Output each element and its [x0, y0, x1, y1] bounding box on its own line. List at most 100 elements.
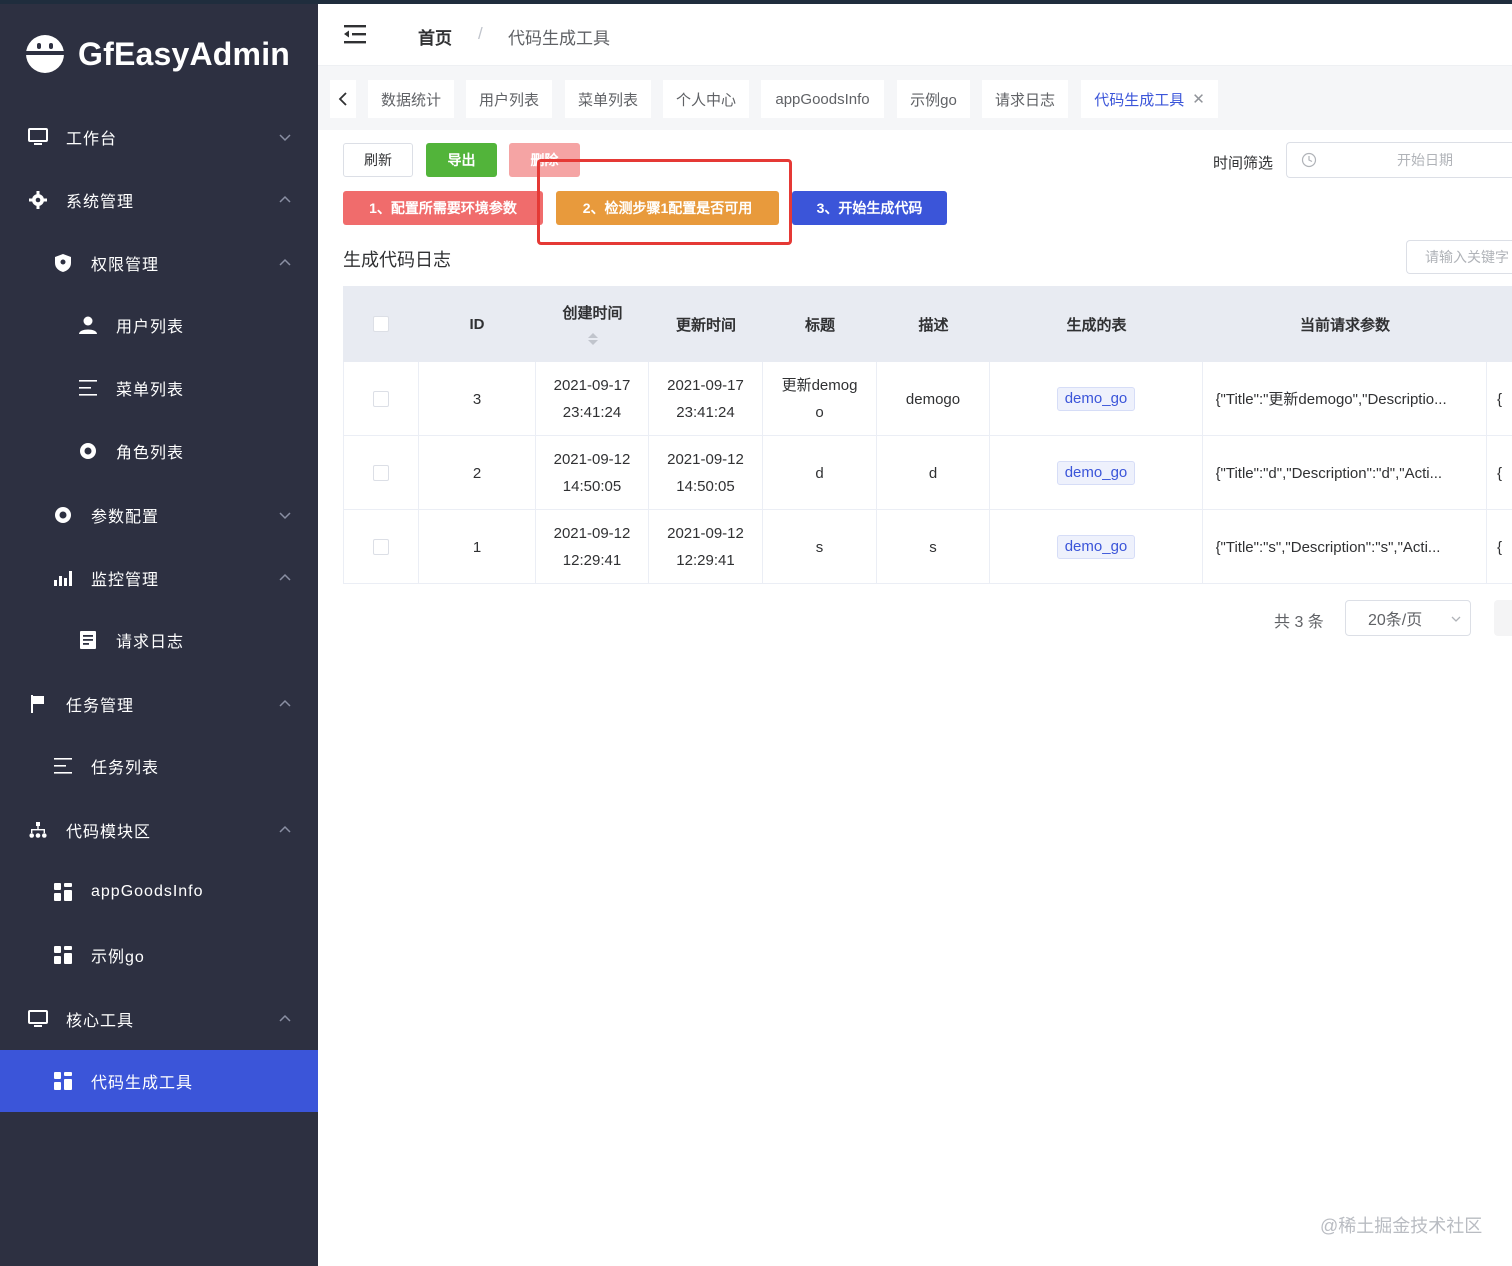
cell-desc: demogo [877, 362, 990, 436]
cell-params: {"Title":"d","Description":"d","Acti... [1203, 436, 1487, 510]
sidebar-item-monitor[interactable]: 监控管理 [0, 547, 318, 609]
tag-label: 个人中心 [675, 91, 736, 109]
sidebar-item-core-tools[interactable]: 核心工具 [0, 988, 318, 1050]
tag-example-go[interactable]: 示例go [897, 80, 970, 118]
list-icon [53, 756, 73, 776]
header-id: ID [469, 315, 485, 333]
sidebar-item-label: 代码模块区 [66, 824, 152, 841]
checkbox[interactable] [373, 539, 389, 555]
sidebar-item-app-goods[interactable]: appGoodsInfo [0, 861, 318, 923]
breadcrumb-home[interactable]: 首页 [418, 24, 452, 49]
tag-menu-list[interactable]: 菜单列表 [565, 80, 651, 118]
sidebar-item-workbench[interactable]: 工作台 [0, 106, 318, 168]
row-select[interactable] [343, 510, 419, 584]
tag-label: appGoodsInfo [775, 90, 870, 108]
sidebar-item-example-go[interactable]: 示例go [0, 924, 318, 986]
sidebar-item-request-log[interactable]: 请求日志 [0, 609, 318, 671]
sidebar-item-label: 代码生成工具 [91, 1075, 194, 1092]
header-table: 生成的表 [1066, 316, 1127, 334]
sidebar-item-label: 核心工具 [66, 1013, 135, 1030]
sort-icon[interactable] [587, 331, 599, 347]
search-input[interactable]: 请输入关键字 [1406, 240, 1512, 274]
tag-label: 代码生成工具 [1094, 91, 1185, 109]
cell-created-date: 2021-09-17 [553, 377, 631, 394]
sidebar-item-system[interactable]: 系统管理 [0, 169, 318, 231]
page-size-select[interactable]: 20条/页 [1345, 600, 1471, 636]
highlight-annotation [537, 159, 792, 245]
table-row: 2 2021-09-12 14:50:05 2021-09-12 14:50:05 … [343, 436, 1512, 510]
cell-updated-time: 12:29:41 [676, 552, 735, 569]
cell-created-time: 14:50:05 [562, 478, 622, 495]
header-desc: 描述 [918, 316, 949, 334]
step3-generate-button[interactable]: 3、开始生成代码 [792, 191, 947, 225]
breadcrumb-current: 代码生成工具 [508, 29, 610, 48]
header-created-label: 创建时间 [562, 304, 623, 322]
sidebar-item-user-list[interactable]: 用户列表 [0, 294, 318, 356]
tag-request-log[interactable]: 请求日志 [982, 80, 1068, 118]
tag-code-gen[interactable]: 代码生成工具 ✕ [1081, 80, 1218, 118]
params-text: {"Title":"更新demogo","Descriptio... [1215, 390, 1447, 408]
document-icon [78, 630, 98, 650]
chevron-left-icon [338, 92, 347, 106]
tag-label: 菜单列表 [577, 91, 638, 109]
cell-params: {"Title":"s","Description":"s","Acti... [1203, 510, 1487, 584]
pagination-prev-button[interactable] [1494, 600, 1512, 636]
sidebar-item-param-config[interactable]: 参数配置 [0, 484, 318, 546]
sidebar-item-task[interactable]: 任务管理 [0, 673, 318, 735]
tag-app-goods[interactable]: appGoodsInfo [761, 80, 884, 118]
row-select[interactable] [343, 436, 419, 510]
cell-table: demo_go [990, 362, 1203, 436]
sidebar-item-label: 示例go [91, 949, 145, 966]
export-button[interactable]: 导出 [426, 143, 497, 177]
cell-id: 1 [419, 510, 536, 584]
sidebar-item-code-module[interactable]: 代码模块区 [0, 799, 318, 861]
header-select-all[interactable] [343, 286, 418, 362]
tag-data-stats[interactable]: 数据统计 [368, 80, 454, 118]
header-title: 标题 [804, 316, 835, 334]
brand[interactable]: GfEasyAdmin [26, 32, 290, 76]
monitor-icon [28, 127, 48, 147]
tag-user-list[interactable]: 用户列表 [466, 80, 552, 118]
shield-icon [53, 253, 73, 273]
circle-dot-icon [53, 505, 73, 525]
gear-icon [28, 190, 48, 210]
monitor-icon [28, 1009, 48, 1029]
page-size-value: 20条/页 [1368, 612, 1423, 629]
user-icon [78, 315, 98, 335]
refresh-button[interactable]: 刷新 [343, 143, 413, 177]
tag-personal-center[interactable]: 个人中心 [663, 80, 749, 118]
sidebar-item-label: 角色列表 [116, 445, 185, 462]
checkbox[interactable] [373, 391, 389, 407]
table-tag: demo_go [1056, 535, 1136, 559]
sidebar-item-label: 请求日志 [116, 634, 185, 651]
sidebar-item-role-list[interactable]: 角色列表 [0, 420, 318, 482]
menu-fold-icon[interactable] [344, 24, 368, 44]
chevron-up-icon [279, 699, 291, 707]
checkbox[interactable] [373, 465, 389, 481]
cell-updated-date: 2021-09-12 [667, 451, 744, 468]
cell-updated-date: 2021-09-12 [667, 525, 744, 542]
main-area: 首页 / 代码生成工具 数据统计 用户列表 菜单列表 个人中心 appGoods… [318, 4, 1512, 1266]
tag-label: 数据统计 [380, 91, 441, 109]
watermark: @稀土掘金技术社区 [1320, 1216, 1483, 1236]
cell-created-date: 2021-09-12 [553, 525, 631, 542]
header-created[interactable]: 创建时间 [536, 286, 649, 362]
top-border [0, 0, 1512, 4]
tags-scroll-left[interactable] [330, 80, 356, 118]
sidebar-item-permission[interactable]: 权限管理 [0, 232, 318, 294]
cell-title-line: 更新demog [781, 377, 858, 394]
close-icon[interactable]: ✕ [1192, 90, 1205, 108]
chevron-down-icon [279, 512, 291, 520]
sidebar-item-task-list[interactable]: 任务列表 [0, 735, 318, 797]
chevron-down-icon [1451, 616, 1461, 622]
sidebar-item-menu-list[interactable]: 菜单列表 [0, 357, 318, 419]
sidebar-item-label: 系统管理 [66, 194, 135, 211]
step1-config-button[interactable]: 1、配置所需要环境参数 [343, 191, 543, 225]
checkbox[interactable] [372, 316, 389, 332]
row-select[interactable] [343, 362, 419, 436]
start-date-input[interactable]: 开始日期 [1286, 142, 1512, 178]
chevron-up-icon [279, 573, 291, 581]
sidebar-item-code-gen[interactable]: 代码生成工具 [0, 1050, 318, 1112]
grid-icon [53, 1071, 73, 1091]
table-header: ID 创建时间 更新时间 标题 描述 生成的表 当前请求参数 [343, 286, 1512, 362]
